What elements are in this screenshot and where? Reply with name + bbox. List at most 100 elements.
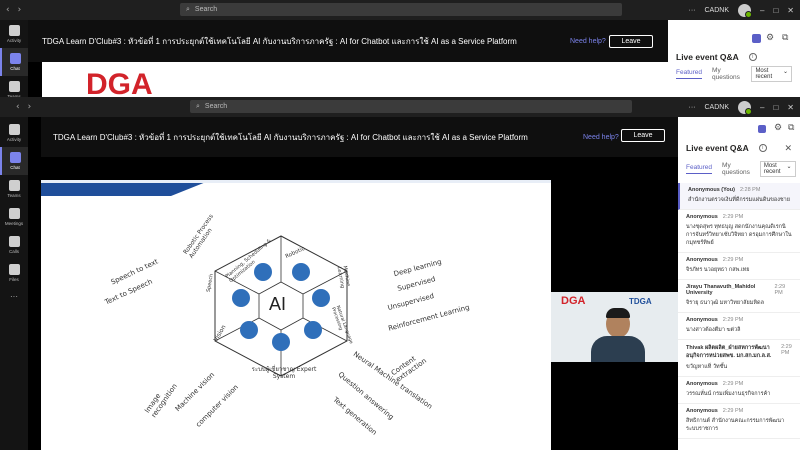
back-arrow-icon[interactable]: ‹ [6,5,10,15]
qa-item[interactable]: Anonymous 2:29 PM นางสาวต้องตีมา ฆต่วลิ [678,313,800,340]
qa-item-header: Anonymous 2:29 PM [686,408,792,414]
qa-item[interactable]: Jirayu Thanavuth_Mahidol University 2:29 … [678,280,800,313]
back-qa-settings-icon[interactable]: ⚙ [766,32,774,43]
qa-question: สิทธิกานต์ สำนักงานคณะกรรมการพัฒนาระบบรา… [686,418,785,432]
qa-author: Anonymous [686,381,718,387]
qa-author: Anonymous [686,257,718,263]
segment-expert: ระบบผู้เชี่ยวชาญ Expert System [251,366,317,380]
teams-icon [8,81,20,92]
rail-item-chat[interactable]: Chat [0,48,28,76]
chat-icon [9,53,21,64]
leave-button[interactable]: Leave [621,129,665,142]
qa-question: นางชุดสุพร ทุทธบุญ สดกนักงานคุณดิเรกนิกา… [686,224,792,246]
qa-time: 2:29 PM [722,408,744,414]
meeting-title: TDGA Learn D'Club#3 : หัวข้อที่ 1 การประ… [53,132,528,142]
rail-label: Calls [8,249,19,254]
front-window: ‹ › ⌕ Search ··· CADNK – □ ✕ Activity Cha… [0,97,800,450]
rail-item-activity[interactable]: Activity [0,20,28,48]
qa-item[interactable]: Anonymous (You) 2:28 PM สำนักงานตรวจเงินท… [678,183,800,210]
qa-question: จิรภัทร นวอยุทธา กสพ.เทย [686,267,750,273]
rail-more[interactable]: ··· [0,287,28,306]
bell-icon [8,124,20,135]
search-box[interactable]: ⌕ Search [180,3,622,16]
avatar[interactable] [738,100,752,115]
tab-featured[interactable]: Featured [686,164,713,174]
more-icon[interactable]: ··· [688,104,695,111]
qa-author: Thivak ผลิตผลิต_ฝ่ายสหการพัฒนาอนุกิจการห… [686,345,772,359]
qa-question: นางสาวต้องตีมา ฆต่วลิ [686,327,741,333]
forward-arrow-icon[interactable]: › [28,102,32,112]
vision-icon [240,321,258,339]
front-nav-arrows[interactable]: ‹ › [16,102,31,112]
nav-arrows[interactable]: ‹ › [6,5,21,15]
ai-center-label: AI [269,294,287,314]
rail-item-activity[interactable]: Activity [0,119,28,147]
rail-item-teams[interactable]: Teams [0,175,28,203]
rail-label: Chat [10,66,20,71]
qa-author: Anonymous [686,214,718,220]
minimize-icon[interactable]: – [760,103,764,112]
forward-arrow-icon[interactable]: › [18,5,22,15]
close-icon[interactable]: ✕ [787,103,794,112]
back-qa-popout-icon[interactable]: ⧉ [782,32,788,43]
video-tdga-logo: TDGA [629,297,652,306]
qa-item[interactable]: Anonymous 2:29 PM จิรภัทร นวอยุทธา กสพ.เท… [678,253,800,280]
share-icon[interactable] [758,125,766,133]
title-bar-right: ··· CADNK – □ ✕ [688,0,794,20]
qa-author: Anonymous [686,317,718,323]
qa-time: 2:28 PM [739,187,761,193]
qa-author: Jirayu Thanavuth_Mahidol University [686,284,756,296]
help-link[interactable]: Need help? [570,38,606,45]
qa-item-header: Anonymous 2:29 PM [686,214,792,220]
qa-time: 2:29 PM [722,317,744,323]
tab-featured[interactable]: Featured [676,69,703,79]
minimize-icon[interactable]: – [760,6,764,15]
front-search-box[interactable]: ⌕ Search [190,100,632,113]
presentation-slide: AI Robotic Machine Learning Natural Lang… [41,180,551,450]
help-link[interactable]: Need help? [583,134,619,141]
back-arrow-icon[interactable]: ‹ [16,102,20,112]
presenter-body [591,336,645,362]
info-icon[interactable]: i [758,144,767,152]
qa-item[interactable]: Thivak ผลิตผลิต_ฝ่ายสหการพัฒนาอนุกิจการห… [678,340,800,377]
maximize-icon[interactable]: □ [773,103,778,112]
settings-icon[interactable]: ⚙ [774,122,782,133]
qa-item-header: Anonymous 2:29 PM [686,257,792,263]
maximize-icon[interactable]: □ [773,6,778,15]
slide-diagram [41,180,551,377]
rail-item-meetings[interactable]: Meetings [0,203,28,231]
back-qa-share-icon[interactable] [752,34,761,43]
qa-time: 2:29 PM [722,381,744,387]
more-icon: ··· [10,292,18,301]
tab-my-questions[interactable]: My questions [722,162,750,176]
front-title-bar-right: ··· CADNK – □ ✕ [688,97,794,117]
qa-panel: ⚙ ⧉ Live event Q&A i ✕ Featured My quest… [678,117,800,450]
close-icon[interactable]: ✕ [787,6,794,15]
chevron-down-icon: ⌄ [786,164,792,170]
rail-item-files[interactable]: Files [0,259,28,287]
rail-item-calls[interactable]: Calls [0,231,28,259]
speech-icon [232,289,250,307]
more-icon[interactable]: ··· [688,7,695,14]
qa-item-header: Jirayu Thanavuth_Mahidol University 2:29 … [686,284,792,296]
avatar[interactable] [738,3,752,18]
popout-icon[interactable]: ⧉ [788,122,794,133]
search-icon: ⌕ [196,102,200,110]
planning-icon [254,263,272,281]
close-icon[interactable]: ✕ [784,143,792,154]
robotic-icon [292,263,310,281]
leave-button[interactable]: Leave [609,34,653,48]
meeting-header: TDGA Learn D'Club#3 : หัวข้อที่ 1 การประ… [28,20,668,62]
title-bar: ‹ › ⌕ Search ··· CADNK – □ ✕ [0,0,800,20]
search-placeholder: Search [194,6,218,13]
tab-my-questions[interactable]: My questions [712,67,741,81]
qa-item[interactable]: Anonymous 2:29 PM นางชุดสุพร ทุทธบุญ สดกน… [678,210,800,253]
qa-item[interactable]: Anonymous 2:29 PM สิทธิกานต์ สำนักงานคณะก… [678,404,800,439]
qa-item[interactable]: Anonymous 2:29 PM วรรณหั่นน์ กรมเพิ่มงานธ… [678,377,800,404]
sort-dropdown[interactable]: Most recent ⌄ [751,66,792,82]
qa-list[interactable]: Anonymous (You) 2:28 PM สำนักงานตรวจเงินท… [678,183,800,439]
rail-item-chat[interactable]: Chat [0,147,28,175]
qa-question: สำนักงานตรวจเงินที่ดีกรรมแผ่นดินของชาย [688,197,790,203]
info-icon[interactable]: i [748,53,757,61]
sort-dropdown[interactable]: Most recent ⌄ [759,161,796,177]
